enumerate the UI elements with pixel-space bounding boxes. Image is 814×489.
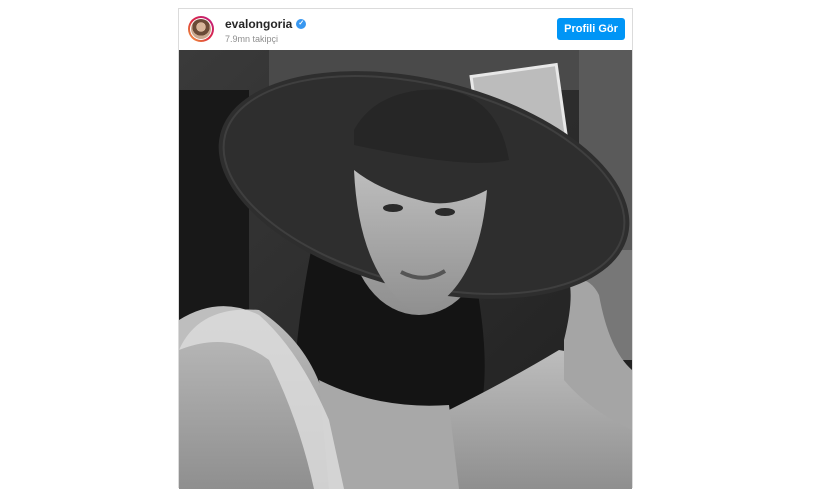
instagram-post-card: evalongoria ✓ 7.9mn takipçi Profili Gör [178,8,633,489]
user-block: evalongoria ✓ 7.9mn takipçi [225,17,307,44]
avatar-image [191,19,211,39]
post-photo-illustration [179,50,632,489]
avatar-ring [190,18,212,40]
follower-count: 7.9mn takipçi [225,34,279,44]
username-row: evalongoria ✓ [225,17,307,31]
post-image[interactable] [179,50,632,489]
avatar[interactable] [188,16,214,42]
view-profile-button[interactable]: Profili Gör [557,18,625,40]
post-header: evalongoria ✓ 7.9mn takipçi Profili Gör [179,9,632,50]
verified-badge-icon: ✓ [296,19,307,29]
username[interactable]: evalongoria [225,17,292,31]
